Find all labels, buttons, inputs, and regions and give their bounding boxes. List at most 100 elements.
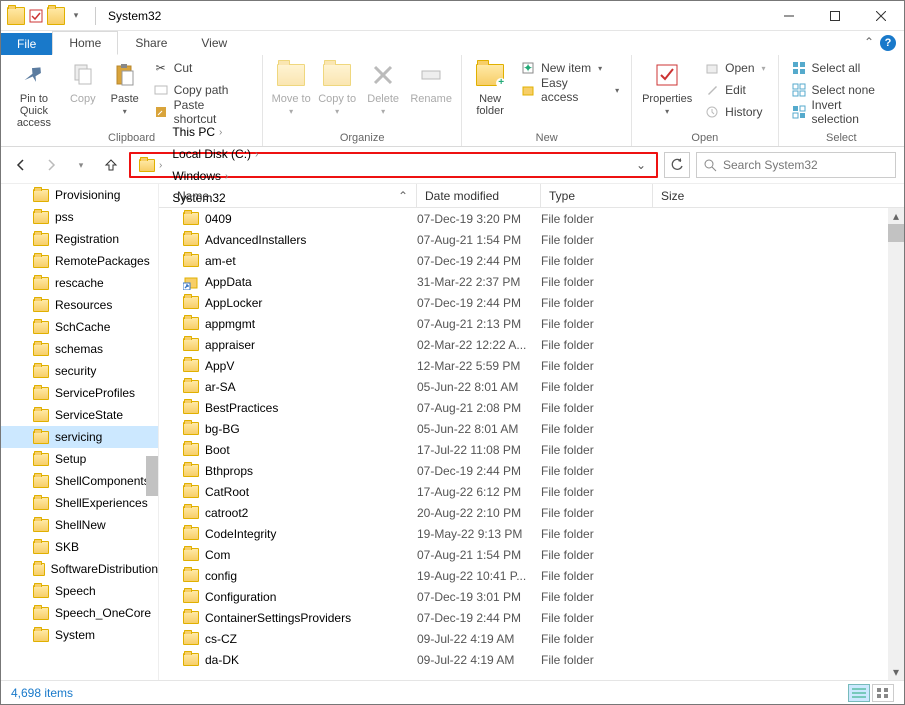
- maximize-button[interactable]: [812, 1, 858, 31]
- nav-item[interactable]: servicing: [1, 426, 158, 448]
- file-row[interactable]: AppV12-Mar-22 5:59 PMFile folder: [169, 355, 904, 376]
- tab-share[interactable]: Share: [118, 31, 184, 55]
- folder-icon: [33, 387, 49, 400]
- tab-home[interactable]: Home: [52, 31, 118, 55]
- nav-item[interactable]: ServiceProfiles: [1, 382, 158, 404]
- column-date[interactable]: Date modified: [417, 184, 541, 207]
- breadcrumb-box[interactable]: › This PC›Local Disk (C:)›Windows›System…: [129, 152, 658, 178]
- tab-view[interactable]: View: [184, 31, 244, 55]
- nav-item[interactable]: security: [1, 360, 158, 382]
- nav-item[interactable]: Speech: [1, 580, 158, 602]
- pin-quick-access-button[interactable]: Pin to Quick access: [7, 57, 61, 131]
- nav-item[interactable]: RemotePackages: [1, 250, 158, 272]
- search-input[interactable]: Search System32: [696, 152, 896, 178]
- help-button[interactable]: ?: [880, 35, 896, 51]
- breadcrumb-root[interactable]: ›: [135, 154, 166, 176]
- file-row[interactable]: Com07-Aug-21 1:54 PMFile folder: [169, 544, 904, 565]
- nav-scrollbar-thumb[interactable]: [146, 456, 158, 496]
- file-row[interactable]: Boot17-Jul-22 11:08 PMFile folder: [169, 439, 904, 460]
- file-row[interactable]: AppData31-Mar-22 2:37 PMFile folder: [169, 271, 904, 292]
- minimize-button[interactable]: [766, 1, 812, 31]
- file-row[interactable]: cs-CZ09-Jul-22 4:19 AMFile folder: [169, 628, 904, 649]
- nav-item[interactable]: SKB: [1, 536, 158, 558]
- address-dropdown-icon[interactable]: ⌄: [630, 158, 652, 172]
- easy-access-button[interactable]: Easy access▾: [514, 79, 625, 101]
- scroll-up-arrow[interactable]: ▴: [888, 208, 904, 224]
- content-scrollbar-track[interactable]: [888, 208, 904, 680]
- column-headers[interactable]: Name⌃ Date modified Type Size: [159, 184, 904, 208]
- paste-shortcut-button[interactable]: Paste shortcut: [147, 101, 256, 123]
- ribbon-toggle-icon[interactable]: ⌃: [864, 35, 874, 49]
- select-all-button[interactable]: Select all: [785, 57, 898, 79]
- delete-button[interactable]: Delete▾: [361, 57, 405, 118]
- file-row[interactable]: BestPractices07-Aug-21 2:08 PMFile folde…: [169, 397, 904, 418]
- nav-item[interactable]: Speech_OneCore: [1, 602, 158, 624]
- nav-item[interactable]: schemas: [1, 338, 158, 360]
- file-row[interactable]: ar-SA05-Jun-22 8:01 AMFile folder: [169, 376, 904, 397]
- nav-item[interactable]: Provisioning: [1, 184, 158, 206]
- nav-tree[interactable]: ProvisioningpssRegistrationRemotePackage…: [1, 184, 159, 680]
- file-row[interactable]: AdvancedInstallers07-Aug-21 1:54 PMFile …: [169, 229, 904, 250]
- file-row[interactable]: Configuration07-Dec-19 3:01 PMFile folde…: [169, 586, 904, 607]
- nav-item[interactable]: rescache: [1, 272, 158, 294]
- properties-button[interactable]: Properties▾: [638, 57, 696, 118]
- recent-dropdown[interactable]: ▾: [69, 153, 93, 177]
- file-row[interactable]: CatRoot17-Aug-22 6:12 PMFile folder: [169, 481, 904, 502]
- nav-item[interactable]: ShellComponents: [1, 470, 158, 492]
- file-row[interactable]: da-DK09-Jul-22 4:19 AMFile folder: [169, 649, 904, 670]
- nav-item[interactable]: pss: [1, 206, 158, 228]
- edit-button[interactable]: Edit: [698, 79, 771, 101]
- copy-to-button[interactable]: Copy to▾: [315, 57, 359, 118]
- column-type[interactable]: Type: [541, 184, 653, 207]
- file-row[interactable]: config19-Aug-22 10:41 P...File folder: [169, 565, 904, 586]
- details-view-button[interactable]: [848, 684, 870, 702]
- file-row[interactable]: ContainerSettingsProviders07-Dec-19 2:44…: [169, 607, 904, 628]
- nav-item[interactable]: Registration: [1, 228, 158, 250]
- newfolder-qat-icon[interactable]: [47, 7, 65, 25]
- nav-item[interactable]: Resources: [1, 294, 158, 316]
- file-row[interactable]: 040907-Dec-19 3:20 PMFile folder: [169, 208, 904, 229]
- file-row[interactable]: appraiser02-Mar-22 12:22 A...File folder: [169, 334, 904, 355]
- invert-selection-button[interactable]: Invert selection: [785, 101, 898, 123]
- back-button[interactable]: [9, 153, 33, 177]
- nav-item[interactable]: SoftwareDistribution: [1, 558, 158, 580]
- file-row[interactable]: CodeIntegrity19-May-22 9:13 PMFile folde…: [169, 523, 904, 544]
- new-folder-button[interactable]: New folder: [468, 57, 512, 119]
- nav-item[interactable]: ShellExperiences: [1, 492, 158, 514]
- copy-button[interactable]: Copy: [63, 57, 103, 107]
- qat-dropdown-icon[interactable]: ▾: [67, 7, 85, 25]
- nav-item[interactable]: ShellNew: [1, 514, 158, 536]
- file-list[interactable]: 040907-Dec-19 3:20 PMFile folderAdvanced…: [159, 208, 904, 680]
- rename-button[interactable]: Rename: [407, 57, 455, 107]
- tab-file[interactable]: File: [1, 33, 52, 55]
- nav-item[interactable]: System: [1, 624, 158, 646]
- forward-button[interactable]: [39, 153, 63, 177]
- column-name[interactable]: Name⌃: [169, 184, 417, 207]
- icons-view-button[interactable]: [872, 684, 894, 702]
- file-row[interactable]: bg-BG05-Jun-22 8:01 AMFile folder: [169, 418, 904, 439]
- file-row[interactable]: appmgmt07-Aug-21 2:13 PMFile folder: [169, 313, 904, 334]
- item-count: 4,698 items: [11, 686, 73, 700]
- file-row[interactable]: am-et07-Dec-19 2:44 PMFile folder: [169, 250, 904, 271]
- nav-item[interactable]: SchCache: [1, 316, 158, 338]
- folder-icon: [33, 453, 49, 466]
- history-button[interactable]: History: [698, 101, 771, 123]
- file-row[interactable]: catroot220-Aug-22 2:10 PMFile folder: [169, 502, 904, 523]
- nav-item[interactable]: ServiceState: [1, 404, 158, 426]
- close-button[interactable]: [858, 1, 904, 31]
- properties-qat-icon[interactable]: [27, 7, 45, 25]
- open-button[interactable]: Open▾: [698, 57, 771, 79]
- content-scrollbar-thumb[interactable]: [888, 224, 904, 242]
- nav-item[interactable]: Setup: [1, 448, 158, 470]
- file-row[interactable]: Bthprops07-Dec-19 2:44 PMFile folder: [169, 460, 904, 481]
- column-size[interactable]: Size: [653, 184, 733, 207]
- up-button[interactable]: [99, 153, 123, 177]
- breadcrumb-segment[interactable]: This PC›: [168, 121, 262, 143]
- file-row[interactable]: AppLocker07-Dec-19 2:44 PMFile folder: [169, 292, 904, 313]
- refresh-button[interactable]: [664, 152, 690, 178]
- move-to-button[interactable]: Move to▾: [269, 57, 313, 118]
- scroll-down-arrow[interactable]: ▾: [888, 664, 904, 680]
- cut-button[interactable]: ✂Cut: [147, 57, 256, 79]
- paste-button[interactable]: Paste ▾: [105, 57, 145, 118]
- breadcrumb-segment[interactable]: Local Disk (C:)›: [168, 143, 262, 165]
